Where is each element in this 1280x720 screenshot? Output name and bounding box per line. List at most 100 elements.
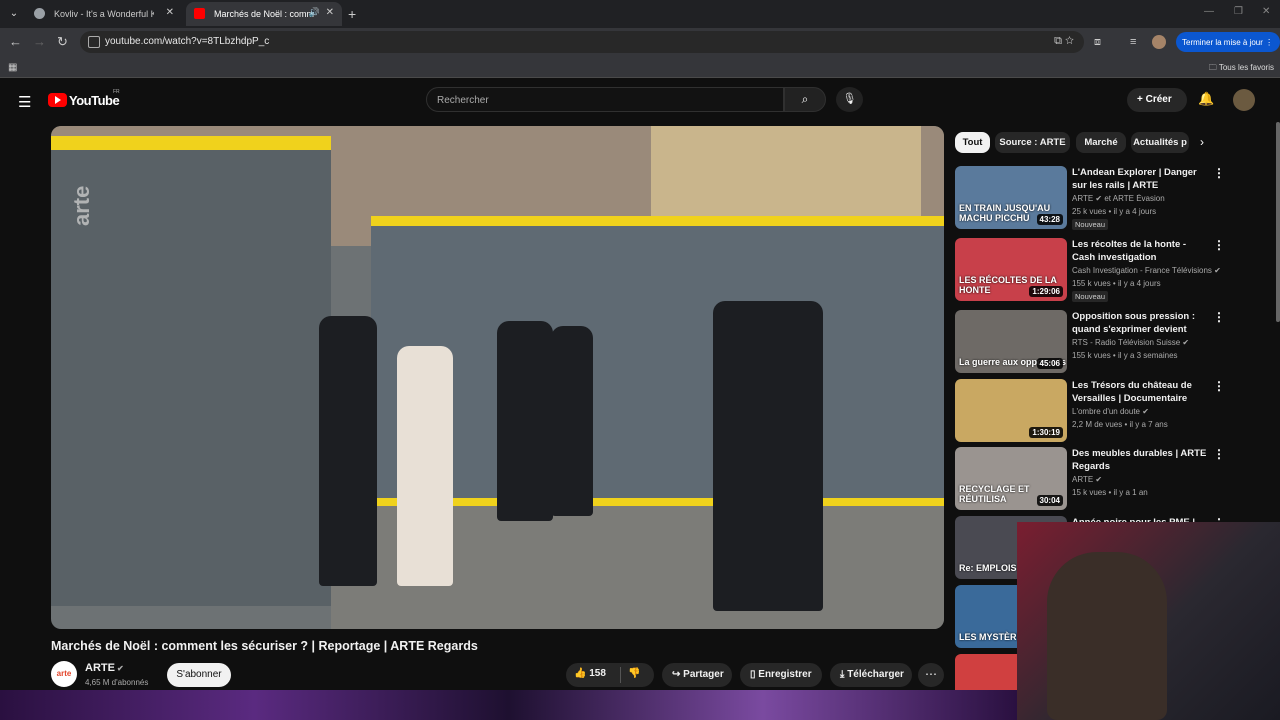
recommendation-title: L'Andean Explorer | Danger sur les rails… <box>1072 167 1197 191</box>
window-close-icon[interactable]: ✕ <box>1262 6 1270 17</box>
video-frame-person <box>319 316 377 586</box>
youtube-play-icon <box>48 93 67 107</box>
recommendation-channel: Cash Investigation - France Télévisions … <box>1072 266 1221 275</box>
subscribe-button[interactable]: S'abonner <box>167 663 231 687</box>
tab-search-icon[interactable]: ⌄ <box>6 6 22 22</box>
speaker-icon[interactable]: 🔊 <box>309 7 320 18</box>
minimize-icon[interactable]: — <box>1204 6 1214 17</box>
video-thumbnail[interactable]: La guerre aux opposants 45:06 <box>955 310 1067 373</box>
more-options-icon[interactable]: ⋮ <box>1213 166 1225 180</box>
like-count: 158 <box>589 668 606 679</box>
duration-badge: 43:28 <box>1036 214 1063 225</box>
new-badge: Nouveau <box>1072 291 1109 302</box>
recommendation-channel: L'ombre d'un doute ✔ <box>1072 407 1149 416</box>
duration-badge: 1:30:19 <box>1029 427 1063 438</box>
address-toolbar: ← → ↻ youtube.com/watch?v=8TLbzhdpP_c ⧉ … <box>0 28 1280 56</box>
chip-actualites[interactable]: Actualités p <box>1131 132 1189 153</box>
account-avatar[interactable] <box>1233 89 1255 111</box>
dislike-icon[interactable]: 👎 <box>628 668 640 679</box>
menu-icon[interactable]: ☰ <box>18 93 31 111</box>
profile-avatar[interactable] <box>1152 35 1166 49</box>
search-box <box>426 87 784 112</box>
recommendation-channel: ARTE ✔ et ARTE Évasion <box>1072 194 1165 203</box>
voice-search-button[interactable]: 🎙 <box>836 87 863 112</box>
update-label: Terminer la mise à jour <box>1182 38 1263 47</box>
address-bar[interactable]: youtube.com/watch?v=8TLbzhdpP_c ⧉ ☆ <box>80 31 1084 53</box>
apps-grid-icon[interactable]: ▦ <box>8 62 17 73</box>
purple-background <box>0 690 1017 720</box>
like-button[interactable]: 👍 158 <box>574 668 606 679</box>
close-icon[interactable]: ✕ <box>326 7 334 18</box>
more-options-icon[interactable]: ⋮ <box>1213 310 1225 324</box>
recommendation-meta: 2,2 M de vues • il y a 7 ans <box>1072 420 1168 429</box>
recommendation-card[interactable]: La guerre aux opposants 45:06 Opposition s… <box>955 310 1225 374</box>
close-icon[interactable]: ✕ <box>166 7 174 18</box>
recommendation-channel: RTS - Radio Télévision Suisse ✔ <box>1072 338 1190 347</box>
chip-marche[interactable]: Marché <box>1076 132 1126 153</box>
share-label: Partager <box>683 669 724 680</box>
video-frame-person <box>713 301 823 611</box>
recommendation-card[interactable]: RECYCLAGE ET RÉUTILISA 30:04 Des meubles d… <box>955 447 1225 511</box>
scrollbar-thumb[interactable] <box>1276 122 1280 322</box>
recommendation-title: Les Trésors du château de Versailles | D… <box>1072 380 1192 404</box>
duration-badge: 45:06 <box>1036 358 1063 369</box>
more-actions-icon[interactable]: ⋯ <box>918 663 944 687</box>
video-thumbnail[interactable]: EN TRAIN JUSQU'AU MACHU PICCHU 43:28 <box>955 166 1067 229</box>
search-icon: ⌕ <box>801 92 809 106</box>
all-bookmarks-label: Tous les favoris <box>1218 63 1274 72</box>
recommendation-title: Opposition sous pression : quand s'expri… <box>1072 311 1195 335</box>
chip-all[interactable]: Tout <box>955 132 990 153</box>
bookmark-star-icon[interactable]: ⧉ ☆ <box>1054 35 1074 48</box>
like-divider <box>620 667 621 683</box>
chevron-right-icon[interactable]: › <box>1200 135 1204 149</box>
duration-badge: 30:04 <box>1036 495 1063 506</box>
video-thumbnail[interactable]: 1:30:19 <box>955 379 1067 442</box>
more-options-icon[interactable]: ⋮ <box>1213 447 1225 461</box>
notifications-bell-icon[interactable]: 🔔 <box>1198 91 1214 107</box>
video-player[interactable]: arte <box>51 126 944 629</box>
video-thumbnail[interactable]: LES RÉCOLTES DE LA HONTE 1:29:06 <box>955 238 1067 301</box>
channel-name-container: ARTE ✔ <box>85 662 124 674</box>
channel-avatar[interactable]: arte <box>51 661 77 687</box>
recommendation-title: Les récoltes de la honte - Cash investig… <box>1072 239 1187 263</box>
create-label: Créer <box>1145 94 1172 105</box>
microphone-icon: 🎙 <box>842 93 857 105</box>
save-label: Enregistrer <box>758 669 812 680</box>
video-title: Marchés de Noël : comment les sécuriser … <box>51 639 478 653</box>
download-button[interactable]: ⤓ Télécharger <box>830 663 912 687</box>
maximize-icon[interactable]: ❐ <box>1234 6 1243 17</box>
recommendation-card[interactable]: EN TRAIN JUSQU'AU MACHU PICCHU 43:28 L'And… <box>955 166 1225 230</box>
more-options-icon[interactable]: ⋮ <box>1213 238 1225 252</box>
recommendation-meta: 25 k vues • il y a 4 jours <box>1072 207 1157 216</box>
more-options-icon[interactable]: ⋮ <box>1213 379 1225 393</box>
back-icon[interactable]: ← <box>9 34 22 49</box>
video-thumbnail[interactable]: RECYCLAGE ET RÉUTILISA 30:04 <box>955 447 1067 510</box>
recommendation-card[interactable]: LES RÉCOLTES DE LA HONTE 1:29:06 Les récol… <box>955 238 1225 302</box>
all-bookmarks-button[interactable]: 🗀 Tous les favoris <box>1209 62 1274 76</box>
extensions-icon[interactable]: ⧈ <box>1094 36 1101 49</box>
subscriber-count: 4,65 M d'abonnés <box>85 678 149 687</box>
browser-tab-2[interactable]: Marchés de Noël : commen 🔊 ✕ <box>186 2 342 26</box>
browser-tab-1[interactable]: Kovliv - It's a Wonderful Knife ( ✕ <box>26 2 182 26</box>
video-frame-container-back <box>371 216 944 506</box>
save-button[interactable]: ▯ Enregistrer <box>740 663 822 687</box>
recommendation-card[interactable]: 1:30:19 Les Trésors du château de Versail… <box>955 379 1225 443</box>
new-tab-button[interactable]: + <box>348 6 356 22</box>
url-text[interactable]: youtube.com/watch?v=8TLbzhdpP_c <box>105 36 269 47</box>
create-button[interactable]: + Créer <box>1127 88 1187 112</box>
reading-list-icon[interactable]: ≡ <box>1130 36 1136 48</box>
share-button[interactable]: ↪ Partager <box>662 663 732 687</box>
search-button[interactable]: ⌕ <box>784 87 826 112</box>
duration-badge: 1:29:06 <box>1029 286 1063 297</box>
download-label: Télécharger <box>847 669 904 680</box>
search-input[interactable] <box>437 93 767 107</box>
chip-source-arte[interactable]: Source : ARTE <box>995 132 1070 153</box>
channel-name[interactable]: ARTE <box>85 662 115 674</box>
site-info-icon[interactable] <box>88 36 100 48</box>
like-dislike-pill: 👍 158 👎 <box>566 663 654 687</box>
youtube-header: ☰ YouTube FR ⌕ 🎙 + Créer 🔔 <box>0 80 1280 120</box>
reload-icon[interactable]: ↻ <box>57 34 68 50</box>
webcam-person <box>1047 552 1167 720</box>
forward-icon[interactable]: → <box>33 34 46 49</box>
update-button[interactable]: Terminer la mise à jour ⋮ <box>1176 32 1280 52</box>
